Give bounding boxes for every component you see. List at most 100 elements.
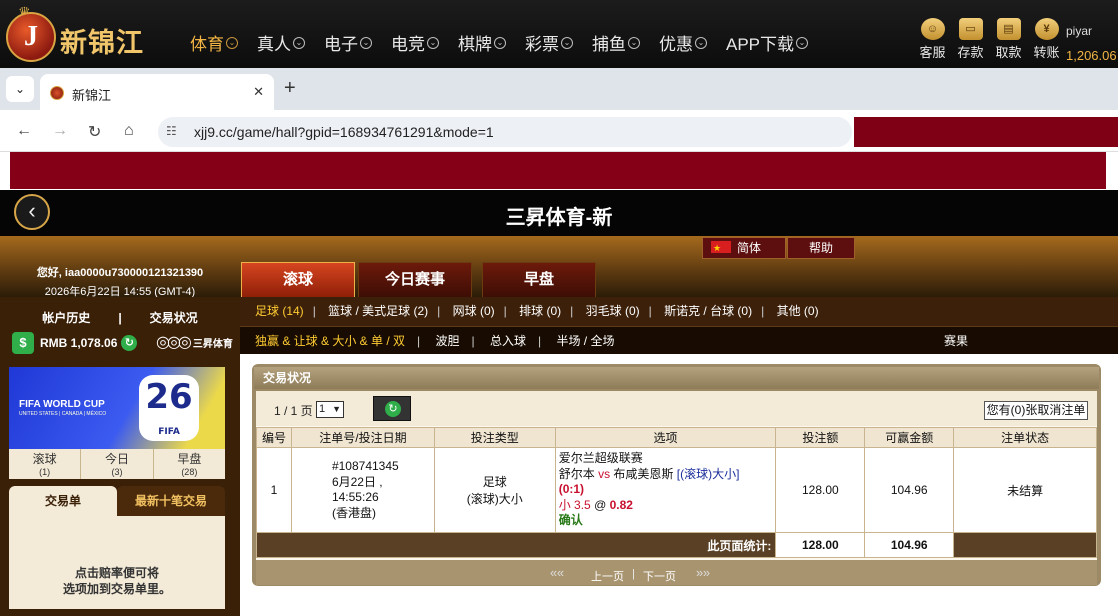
chevron-down-icon: ⌄: [695, 36, 707, 49]
tool-label: 存款: [957, 45, 984, 60]
sport-snooker[interactable]: 斯诺克 / 台球 (0): [664, 304, 752, 318]
close-icon[interactable]: ✕: [253, 84, 264, 100]
nav-label: APP下载: [726, 35, 795, 54]
tab-bet-slip[interactable]: 交易单: [9, 486, 117, 516]
col-header: 投注额: [775, 427, 866, 448]
nav-cards[interactable]: 棋牌 ⌄: [458, 30, 506, 55]
back-arrow-icon[interactable]: ←: [16, 122, 32, 140]
game-title: 三昇体育-新: [505, 207, 613, 229]
chevron-down-icon: ⌄: [628, 36, 640, 49]
sport-volleyball[interactable]: 排球 (0): [519, 304, 561, 318]
nav-live-casino[interactable]: 真人 ⌄: [257, 30, 305, 55]
market-correct-score[interactable]: 波胆: [436, 334, 460, 348]
address-bar[interactable]: ☷ xjj9.cc/game/hall?gpid=168934761291&mo…: [158, 117, 852, 147]
withdraw-button[interactable]: ▤ 取款: [990, 18, 1027, 61]
nav-slots[interactable]: 电子 ⌄: [324, 30, 372, 55]
nav-label: 捕鱼: [592, 35, 626, 54]
stake-amount: 128.00: [775, 447, 866, 533]
tab-search-icon[interactable]: ⌄: [6, 76, 34, 102]
banner-edge: [1106, 152, 1118, 189]
home-icon[interactable]: ⌂: [124, 122, 134, 140]
count-value: (1): [39, 467, 51, 477]
sport-other[interactable]: 其他 (0): [777, 304, 819, 318]
rings-icon: ◎◎◎: [156, 334, 192, 351]
refresh-balance-icon[interactable]: ↻: [121, 335, 138, 351]
game-header: ‹ 三昇体育-新: [0, 190, 1118, 236]
market-main[interactable]: 独赢 & 让球 & 大小 & 单 / 双: [255, 334, 405, 348]
tab-live[interactable]: 滚球: [241, 262, 355, 297]
divider: |: [761, 304, 765, 318]
divider: |: [417, 334, 421, 348]
divider: |: [570, 304, 574, 318]
browser-tab[interactable]: 新锦江 ✕: [40, 74, 274, 110]
new-tab-icon[interactable]: +: [284, 78, 296, 98]
nav-sports[interactable]: 体育 ⌄: [190, 30, 238, 55]
url-text: xjj9.cc/game/hall?gpid=168934761291&mode…: [194, 124, 494, 140]
forward-arrow-icon[interactable]: →: [52, 122, 68, 140]
chevron-down-icon: ▼: [332, 404, 341, 414]
site-balance: 1,206.06: [1066, 48, 1117, 63]
site-info-icon[interactable]: ☷: [166, 124, 177, 138]
help-button[interactable]: 帮助: [787, 237, 855, 259]
count-value: (3): [111, 467, 123, 477]
nav-lottery[interactable]: 彩票 ⌄: [525, 30, 573, 55]
count-today[interactable]: 今日 (3): [81, 449, 154, 479]
col-header: 编号: [256, 427, 292, 448]
tab-early[interactable]: 早盘: [482, 262, 596, 297]
language-label: 简体: [737, 241, 762, 255]
trade-status-link[interactable]: 交易状况: [150, 311, 198, 325]
banner-hosts: UNITED STATES | CANADA | MÉXICO: [19, 411, 107, 417]
cancelled-bets-button[interactable]: 您有(0)张取消注单: [984, 401, 1088, 420]
tab-today[interactable]: 今日赛事: [358, 262, 472, 297]
transfer-button[interactable]: ¥ 转账: [1028, 18, 1065, 61]
user-info[interactable]: piyar 1,206.06: [1066, 24, 1117, 63]
customer-service-button[interactable]: ☺ 客服: [914, 18, 951, 61]
extension-area: [852, 117, 1118, 147]
nav-promotions[interactable]: 优惠 ⌄: [659, 30, 707, 55]
reload-icon[interactable]: ↻: [88, 122, 101, 142]
sport-football[interactable]: 足球 (14): [255, 304, 304, 318]
site-name: 新锦江: [60, 28, 144, 59]
total-empty: [953, 532, 1097, 558]
count-live[interactable]: 滚球 (1): [9, 449, 82, 479]
sport-basketball[interactable]: 篮球 / 美式足球 (2): [328, 304, 428, 318]
count-early[interactable]: 早盘 (28): [154, 449, 225, 479]
results-link[interactable]: 赛果: [944, 327, 968, 355]
chevron-down-icon: ⌄: [796, 36, 809, 49]
market-total-goals[interactable]: 总入球: [490, 334, 526, 348]
nav-app-download[interactable]: APP下载 ⌄: [726, 30, 809, 55]
language-button[interactable]: 简体: [702, 237, 786, 259]
deposit-button[interactable]: ▭ 存款: [952, 18, 989, 61]
nav-fishing[interactable]: 捕鱼 ⌄: [592, 30, 640, 55]
nav-label: 优惠: [659, 35, 693, 54]
divider: |: [648, 304, 652, 318]
world-cup-banner[interactable]: FIFA WORLD CUP UNITED STATES | CANADA | …: [9, 367, 225, 449]
bet-slip-body: 点击赔率便可将 选项加到交易单里。: [9, 516, 225, 609]
refresh-icon: ↻: [385, 401, 401, 417]
bottom-pager: « « 上一页 | 下一页 » »: [256, 560, 1097, 585]
trophy-icon: 26 FIFA: [139, 375, 199, 441]
sport-badminton[interactable]: 羽毛球 (0): [586, 304, 640, 318]
money-icon: $: [12, 332, 34, 354]
selection-cell: 爱尔兰超级联赛 舒尔本 vs 布咸美恩斯 [(滚球)大小] (0:1) 小 3.…: [554, 447, 777, 533]
sport-tennis[interactable]: 网球 (0): [453, 304, 495, 318]
live-score: (0:1): [558, 482, 585, 497]
double-right-arrow-icon[interactable]: » »: [696, 565, 710, 580]
double-left-arrow-icon[interactable]: « «: [550, 565, 564, 580]
prev-page-link[interactable]: 上一页: [591, 568, 624, 584]
market-half-full[interactable]: 半场 / 全场: [556, 334, 614, 348]
next-page-link[interactable]: 下一页: [643, 568, 676, 584]
site-logo[interactable]: ♛ J 新锦江: [6, 4, 194, 62]
sponsor-logo: ◎◎◎ 三昇体育: [156, 332, 233, 352]
page-select[interactable]: 1 ▼: [316, 401, 344, 418]
nav-esports[interactable]: 电竞 ⌄: [391, 30, 439, 55]
account-history-link[interactable]: 帐户历史: [42, 311, 90, 325]
tab-recent-bets[interactable]: 最新十笔交易: [117, 486, 225, 516]
page-select-value: 1: [319, 403, 326, 415]
confirm-status: 确认: [558, 513, 583, 528]
panel-title: 交易状况: [254, 367, 1099, 389]
username: piyar: [1066, 24, 1093, 38]
account-links: 帐户历史 | 交易状况: [0, 309, 240, 326]
top-red-banner: [10, 152, 1106, 189]
refresh-button[interactable]: ↻: [373, 396, 411, 421]
